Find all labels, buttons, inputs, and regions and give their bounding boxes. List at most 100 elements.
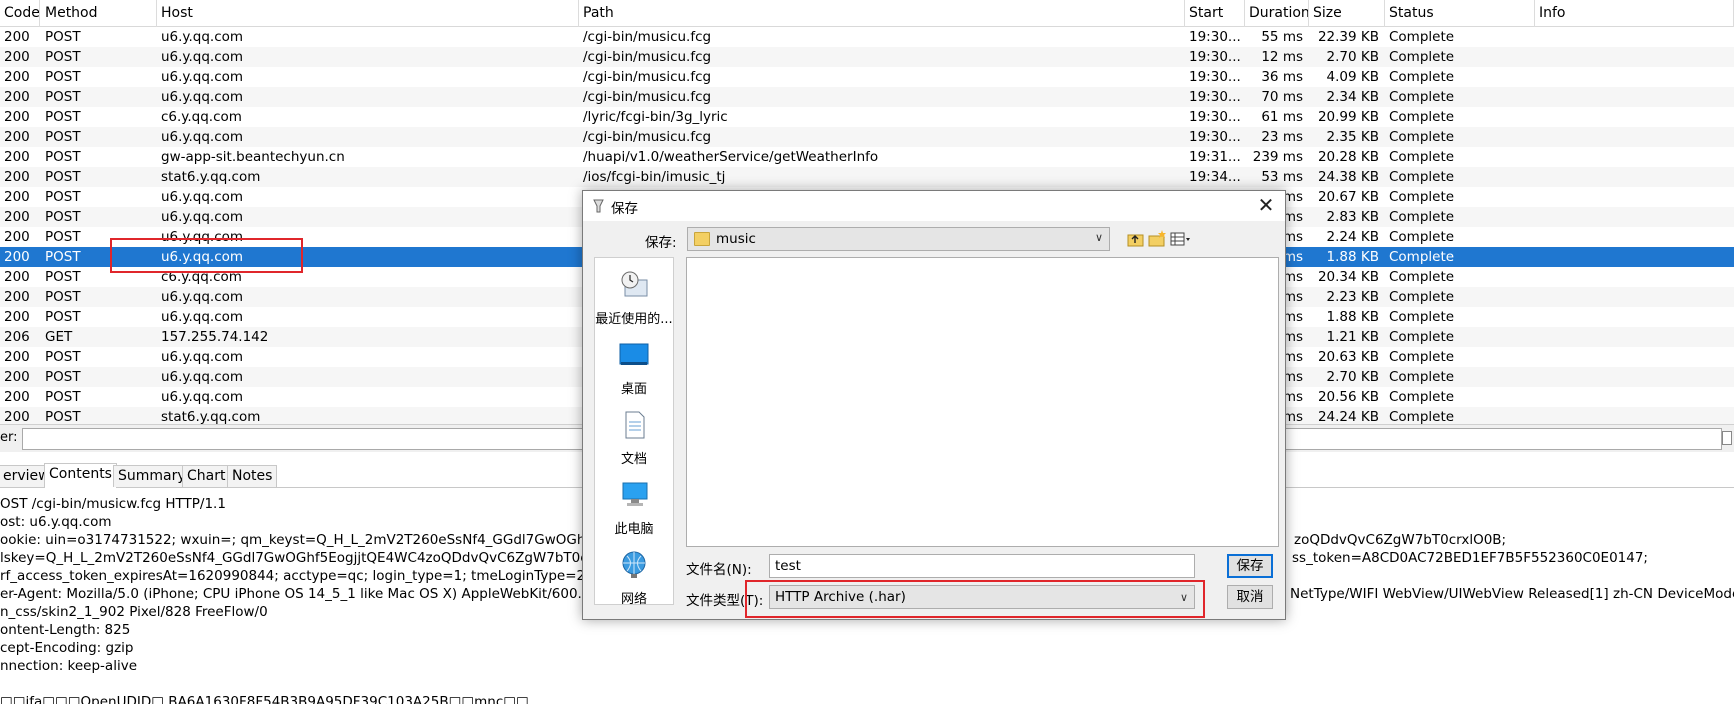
cell-method: POST bbox=[45, 209, 81, 225]
chevron-down-icon: ∨ bbox=[1094, 231, 1103, 244]
column-header-info[interactable]: Info bbox=[1535, 0, 1734, 27]
request-line: lskey=Q_H_L_2mV2T260eSsNf4_GGdl7GwOGhf5E… bbox=[0, 550, 624, 566]
column-header-status[interactable]: Status bbox=[1385, 0, 1535, 27]
cell-host: c6.y.qq.com bbox=[161, 109, 242, 125]
cancel-button[interactable]: 取消 bbox=[1227, 585, 1273, 609]
table-row[interactable]: 200 POST u6.y.qq.com/cgi-bin/musicu.fcg 19:… bbox=[0, 87, 1734, 107]
cell-method: POST bbox=[45, 309, 81, 325]
place-this-pc[interactable]: 此电脑 bbox=[595, 480, 673, 537]
column-header-size[interactable]: Size bbox=[1309, 0, 1385, 27]
cell-size: 20.63 KB bbox=[1317, 349, 1379, 365]
dialog-title: 保存 bbox=[611, 201, 638, 217]
cell-size: 20.34 KB bbox=[1317, 269, 1379, 285]
tab-chart[interactable]: Chart bbox=[182, 465, 231, 487]
cell-duration: 55 ms bbox=[1261, 29, 1303, 45]
place-desktop[interactable]: 桌面 bbox=[595, 340, 673, 397]
cell-status: Complete bbox=[1389, 249, 1455, 265]
table-row[interactable]: 200 POST u6.y.qq.com/cgi-bin/musicu.fcg 19:… bbox=[0, 127, 1734, 147]
cell-method: GET bbox=[45, 329, 73, 345]
cell-host: u6.y.qq.com bbox=[161, 389, 244, 405]
app-icon bbox=[593, 199, 604, 213]
desktop-icon bbox=[619, 343, 649, 365]
column-header-code[interactable]: Code bbox=[0, 0, 40, 27]
filename-input[interactable]: test bbox=[769, 554, 1195, 578]
cell-status: Complete bbox=[1389, 389, 1455, 405]
cell-method: POST bbox=[45, 389, 81, 405]
cell-size: 20.99 KB bbox=[1317, 109, 1379, 125]
file-list[interactable] bbox=[686, 257, 1279, 547]
place-documents[interactable]: 文档 bbox=[595, 410, 673, 467]
cell-method: POST bbox=[45, 149, 81, 165]
place-recent[interactable]: 最近使用的... bbox=[595, 270, 673, 327]
cell-status: Complete bbox=[1389, 209, 1455, 225]
dialog-titlebar[interactable]: 保存 ✕ bbox=[583, 191, 1285, 221]
column-header-host[interactable]: Host bbox=[157, 0, 579, 27]
view-menu-icon[interactable] bbox=[1169, 229, 1191, 249]
close-icon[interactable]: ✕ bbox=[1253, 192, 1279, 218]
cell-method: POST bbox=[45, 169, 81, 185]
place-label: 桌面 bbox=[620, 382, 647, 397]
cell-path: /ios/fcgi-bin/imusic_tj bbox=[583, 169, 726, 185]
cell-method: POST bbox=[45, 69, 81, 85]
network-icon bbox=[622, 551, 646, 578]
cell-host: u6.y.qq.com bbox=[161, 89, 244, 105]
cell-code: 200 bbox=[4, 229, 30, 245]
up-folder-icon[interactable] bbox=[1126, 229, 1148, 249]
save-button[interactable]: 保存 bbox=[1227, 554, 1273, 578]
cell-code: 200 bbox=[4, 309, 30, 325]
cell-status: Complete bbox=[1389, 309, 1455, 325]
table-row[interactable]: 200 POST c6.y.qq.com/lyric/fcgi-bin/3g_lyr… bbox=[0, 107, 1734, 127]
cell-size: 4.09 KB bbox=[1326, 69, 1379, 85]
request-line: er-Agent: Mozilla/5.0 (iPhone; CPU iPhon… bbox=[0, 586, 631, 602]
cell-duration: 23 ms bbox=[1261, 129, 1303, 145]
cell-status: Complete bbox=[1389, 29, 1455, 45]
cell-status: Complete bbox=[1389, 409, 1455, 424]
request-line: ost: u6.y.qq.com bbox=[0, 514, 112, 530]
cell-method: POST bbox=[45, 129, 81, 145]
table-row[interactable]: 200 POST u6.y.qq.com/cgi-bin/musicu.fcg 19:… bbox=[0, 47, 1734, 67]
filter-options-icon[interactable] bbox=[1722, 431, 1732, 445]
cell-code: 200 bbox=[4, 49, 30, 65]
request-line: OST /cgi-bin/musicw.fcg HTTP/1.1 bbox=[0, 496, 226, 512]
cell-method: POST bbox=[45, 89, 81, 105]
place-label: 网络 bbox=[620, 592, 647, 607]
cell-code: 200 bbox=[4, 169, 30, 185]
column-header-start[interactable]: Start bbox=[1185, 0, 1245, 27]
cell-host: u6.y.qq.com bbox=[161, 309, 244, 325]
new-folder-icon[interactable] bbox=[1147, 229, 1169, 249]
cell-status: Complete bbox=[1389, 229, 1455, 245]
column-header-method[interactable]: Method bbox=[41, 0, 157, 27]
cell-code: 200 bbox=[4, 369, 30, 385]
table-row[interactable]: 200 POST u6.y.qq.com/cgi-bin/musicu.fcg 19:… bbox=[0, 67, 1734, 87]
cell-duration: 36 ms bbox=[1261, 69, 1303, 85]
cell-size: 24.24 KB bbox=[1317, 409, 1379, 424]
cell-code: 200 bbox=[4, 409, 30, 424]
cell-code: 200 bbox=[4, 29, 30, 45]
cell-start: 19:30... bbox=[1189, 89, 1241, 105]
column-header-duration[interactable]: Duration bbox=[1245, 0, 1309, 27]
cell-host: u6.y.qq.com bbox=[161, 29, 244, 45]
cell-status: Complete bbox=[1389, 149, 1455, 165]
cell-size: 1.88 KB bbox=[1326, 249, 1379, 265]
cell-code: 200 bbox=[4, 149, 30, 165]
tab-summary[interactable]: Summary bbox=[113, 465, 191, 487]
folder-icon bbox=[694, 232, 710, 246]
table-row[interactable]: 200 POST u6.y.qq.com/cgi-bin/musicu.fcg 19:… bbox=[0, 27, 1734, 47]
table-row[interactable]: 200 POST gw-app-sit.beantechyun.cn/huapi/v… bbox=[0, 147, 1734, 167]
this-pc-icon bbox=[622, 482, 648, 506]
cell-code: 200 bbox=[4, 269, 30, 285]
table-row[interactable]: 200 POST stat6.y.qq.com/ios/fcgi-bin/imusi… bbox=[0, 167, 1734, 187]
column-header-path[interactable]: Path bbox=[579, 0, 1185, 27]
cell-size: 20.67 KB bbox=[1317, 189, 1379, 205]
cell-status: Complete bbox=[1389, 289, 1455, 305]
table-header: Code Method Host Path Start Duration Siz… bbox=[0, 0, 1734, 27]
place-network[interactable]: 网络 bbox=[595, 550, 673, 607]
filter-label: er: bbox=[0, 430, 18, 445]
cell-status: Complete bbox=[1389, 369, 1455, 385]
tab-notes[interactable]: Notes bbox=[227, 465, 278, 487]
cell-size: 2.70 KB bbox=[1326, 49, 1379, 65]
cell-method: POST bbox=[45, 109, 81, 125]
cell-path: /huapi/v1.0/weatherService/getWeatherInf… bbox=[583, 149, 879, 165]
tab-contents[interactable]: Contents bbox=[44, 463, 117, 488]
save-in-dropdown[interactable]: music ∨ bbox=[687, 227, 1110, 251]
